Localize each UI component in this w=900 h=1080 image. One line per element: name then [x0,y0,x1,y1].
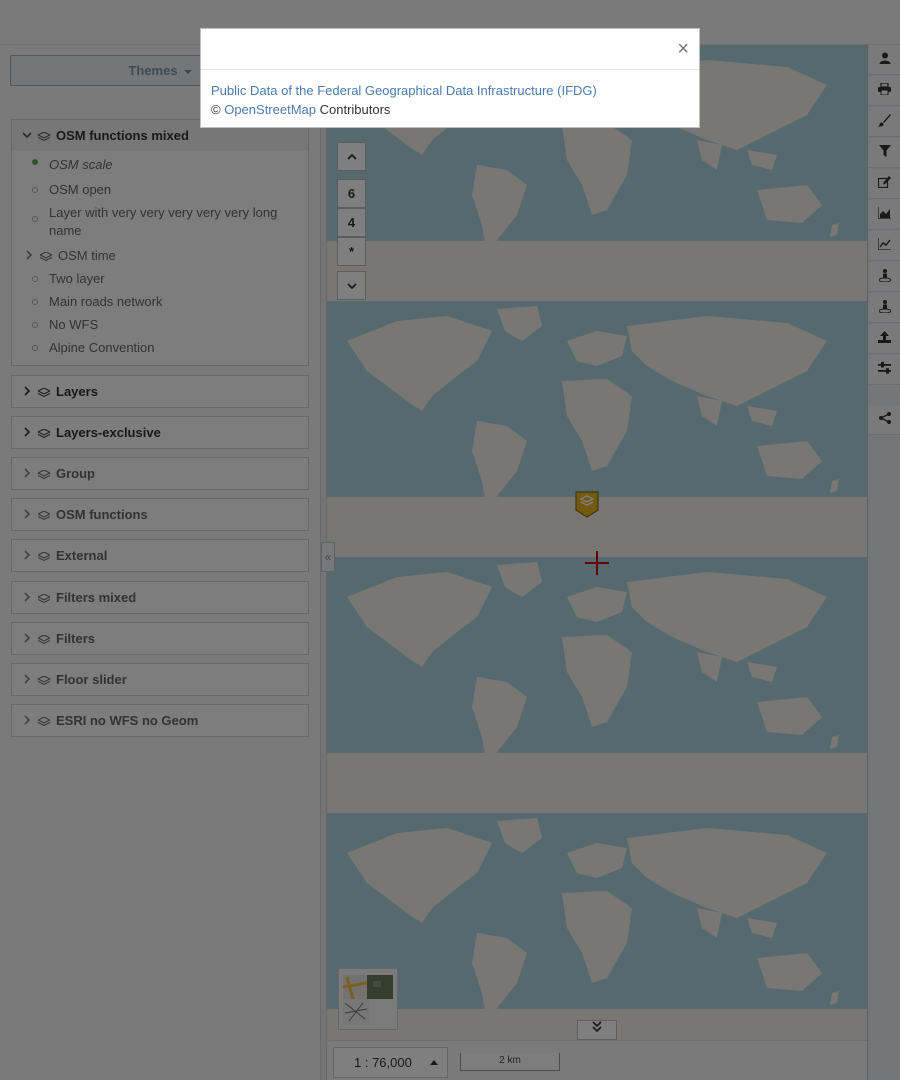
modal-body: Public Data of the Federal Geographical … [201,70,699,119]
openstreetmap-link[interactable]: OpenStreetMap [224,102,316,117]
contributors-label: Contributors [319,102,391,117]
attribution-modal: × Public Data of the Federal Geographica… [200,28,700,128]
modal-header: × [201,29,699,70]
copyright-symbol: © [211,102,221,117]
close-icon[interactable]: × [677,39,689,59]
modal-backdrop[interactable] [0,0,900,1080]
ifdg-link[interactable]: Public Data of the Federal Geographical … [211,83,597,98]
